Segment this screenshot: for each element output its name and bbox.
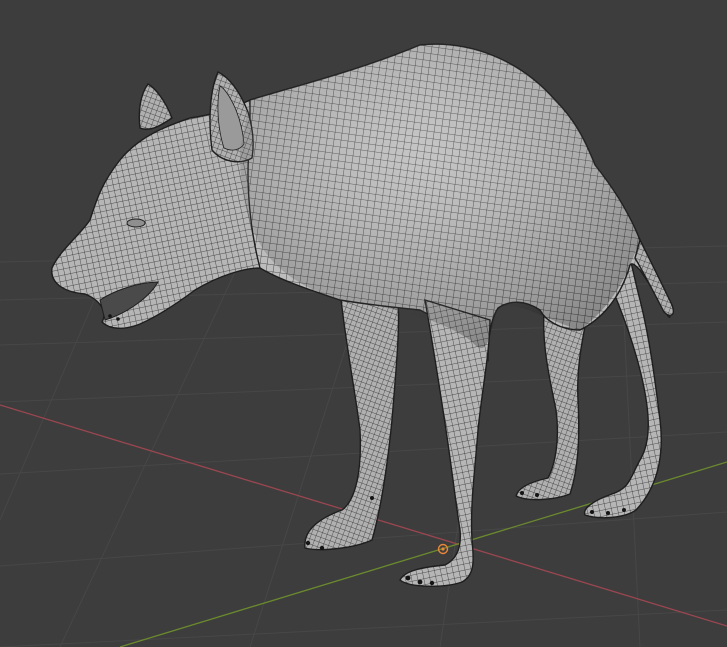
body-shading [240,44,640,349]
hyena-mesh[interactable] [51,43,674,587]
hyena-eye [126,218,146,228]
viewport-canvas [0,43,727,647]
3d-viewport[interactable] [0,0,727,647]
ear-far [138,83,173,130]
front-leg-far [304,289,400,551]
